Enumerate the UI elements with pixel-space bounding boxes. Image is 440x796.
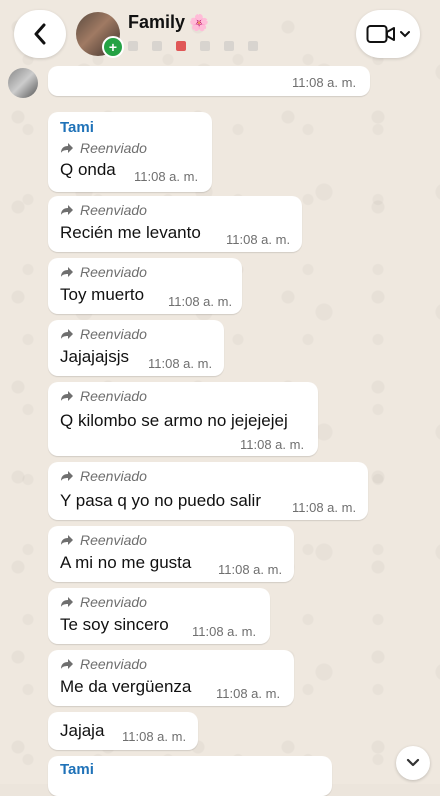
message-time: 11:08 a. m. [192,624,257,639]
message-time: 11:08 a. m. [122,729,187,744]
message-text: Y pasa q yo no puedo salir [60,491,261,510]
message-time: 11:08 a. m. [168,294,233,309]
flower-emoji: 🌸 [189,15,209,32]
sender-name[interactable]: Tami [60,119,94,136]
forward-arrow-icon [61,329,73,339]
forwarded-text: Reenviado [80,594,147,610]
forward-arrow-icon [61,205,73,215]
forwarded-label: Reenviado [60,388,147,404]
chat-title: Family [128,12,186,32]
message-time: 11:08 a. m. [292,500,357,515]
message-bubble[interactable]: Tami Reenviado Q onda 11:08 a. m. [48,112,212,192]
forward-arrow-icon [61,267,73,277]
message-bubble[interactable]: Reenviado Me da vergüenza 11:08 a. m. [48,650,294,706]
forwarded-text: Reenviado [80,388,147,404]
message-time: 11:08 a. m. [134,169,199,184]
group-avatar[interactable]: + [76,12,124,58]
forwarded-text: Reenviado [80,468,147,484]
forwarded-label: Reenviado [60,656,147,672]
forwarded-text: Reenviado [80,264,147,280]
message-bubble[interactable]: Reenviado Q kilombo se armo no jejejejej… [48,382,318,456]
forward-arrow-icon [61,143,73,153]
chat-title-area[interactable]: Family 🌸 [128,12,258,51]
scroll-to-bottom-button[interactable] [396,746,430,780]
blur-mark [200,41,210,51]
message-time: 11:08 a. m. [218,562,283,577]
sender-name[interactable]: Tami [60,761,94,778]
chevron-down-icon [406,758,420,767]
forwarded-text: Reenviado [80,140,147,156]
forwarded-label: Reenviado [60,202,147,218]
forwarded-text: Reenviado [80,532,147,548]
message-bubble[interactable]: Reenviado Recién me levanto 11:08 a. m. [48,196,302,252]
message-time: 11:08 a. m. [216,686,281,701]
chevron-down-icon [400,31,410,38]
message-bubble[interactable]: 11:08 a. m. [48,66,370,96]
forwarded-label: Reenviado [60,264,147,280]
message-time: 11:08 a. m. [240,437,305,452]
message-text: Jajaja [60,721,105,740]
message-text: Jajajajsjs [60,347,129,366]
forwarded-label: Reenviado [60,532,147,548]
blur-mark [224,41,234,51]
blur-mark [128,41,138,51]
forward-arrow-icon [61,391,73,401]
message-time: 11:08 a. m. [226,232,291,247]
message-text: Te soy sincero [60,615,169,634]
message-text: Me da vergüenza [60,677,192,696]
message-text: Q onda [60,160,116,179]
message-bubble[interactable]: Jajaja 11:08 a. m. [48,712,198,750]
message-bubble[interactable]: Tami [48,756,332,796]
message-bubble[interactable]: Reenviado Jajajajsjs 11:08 a. m. [48,320,224,376]
forwarded-label: Reenviado [60,468,147,484]
message-text: Recién me levanto [60,223,201,242]
sender-avatar[interactable] [8,68,38,98]
blur-mark [152,41,162,51]
forwarded-text: Reenviado [80,656,147,672]
message-text: A mi no me gusta [60,553,192,572]
message-time: 11:08 a. m. [148,356,213,371]
blur-mark [176,41,186,51]
forwarded-label: Reenviado [60,140,147,156]
forwarded-text: Reenviado [80,326,147,342]
forwarded-label: Reenviado [60,326,147,342]
forward-arrow-icon [61,471,73,481]
forward-arrow-icon [61,659,73,669]
message-text: Q kilombo se armo no jejejejej [60,411,288,430]
message-text: Toy muerto [60,285,145,304]
chat-header: + Family 🌸 [0,0,440,62]
forward-arrow-icon [61,535,73,545]
message-time: 11:08 a. m. [292,75,357,90]
blur-mark [248,41,258,51]
message-bubble[interactable]: Reenviado Y pasa q yo no puedo salir 11:… [48,462,368,520]
message-bubble[interactable]: Reenviado A mi no me gusta 11:08 a. m. [48,526,294,582]
back-button[interactable] [14,10,66,58]
add-icon: + [102,36,124,58]
forward-arrow-icon [61,597,73,607]
chevron-left-icon [34,23,46,45]
forwarded-label: Reenviado [60,594,147,610]
message-bubble[interactable]: Reenviado Te soy sincero 11:08 a. m. [48,588,270,644]
forwarded-text: Reenviado [80,202,147,218]
blurred-subtitle [128,41,258,51]
video-call-button[interactable] [356,10,420,58]
video-camera-icon [366,25,395,43]
message-bubble[interactable]: Reenviado Toy muerto 11:08 a. m. [48,258,242,314]
